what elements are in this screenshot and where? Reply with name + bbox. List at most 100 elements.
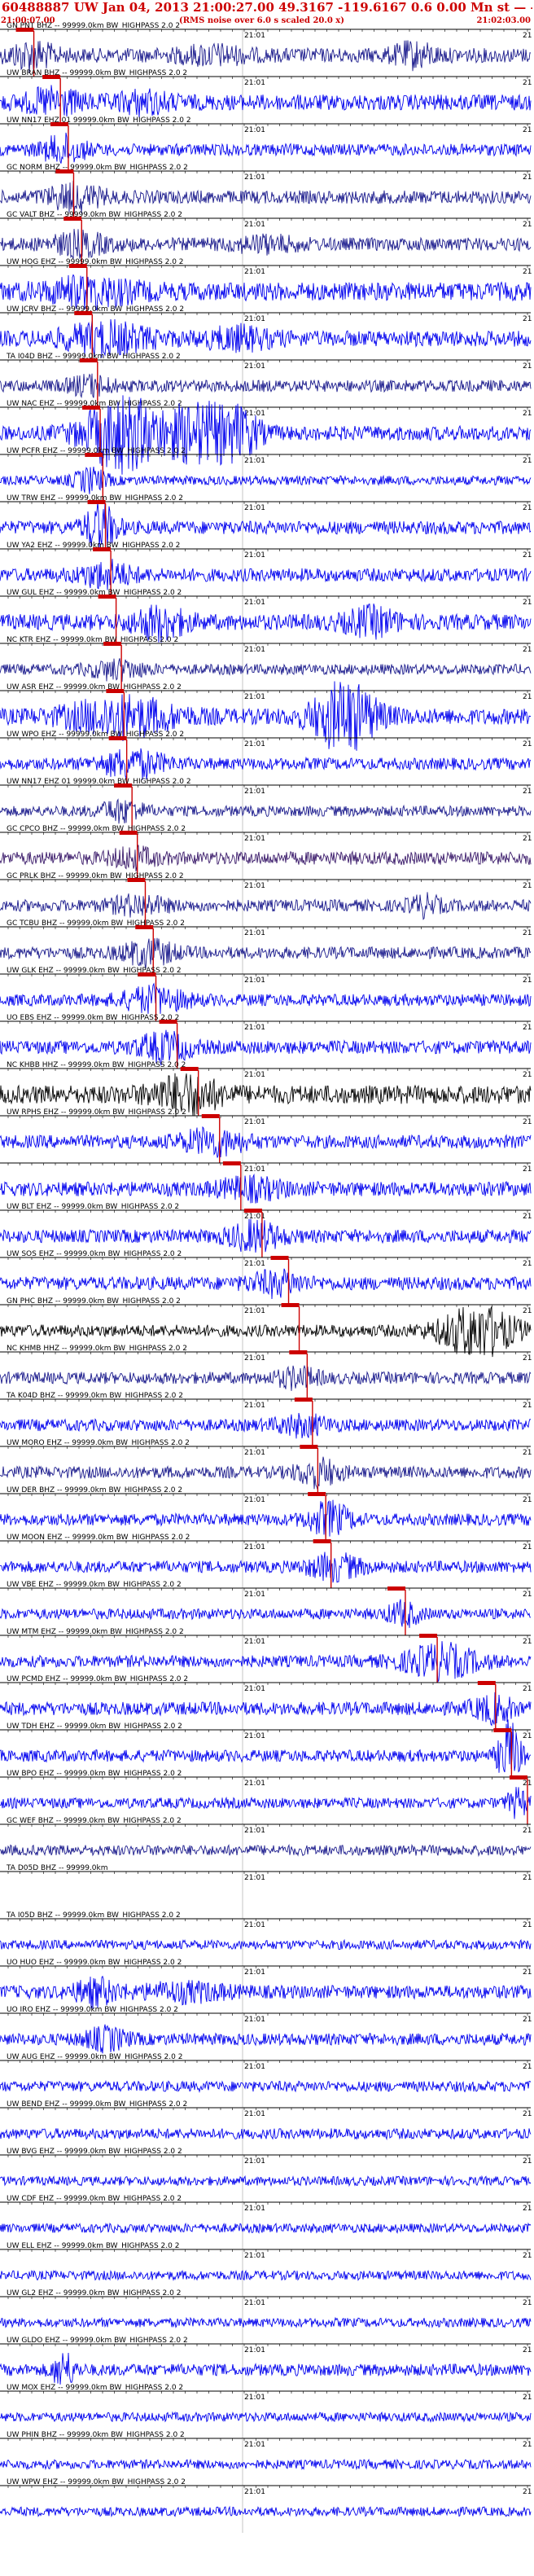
minute-label: 21:01 <box>244 976 265 985</box>
minute-label-edge: 21 <box>523 1591 532 1599</box>
trace-row: 21:01 21 TA K04D BHZ -- 99999.0km BW_HIGHP… <box>0 1392 532 1446</box>
minute-label: 21:01 <box>244 1543 265 1551</box>
pick-marker <box>93 547 112 551</box>
minute-label-edge: 21 <box>523 1354 532 1363</box>
station-label: UW NN17 EHZ 01 99999.0km BW_HIGHPASS 2.0… <box>7 778 191 786</box>
station-label: UW WPW EHZ -- 99999.0km BW_HIGHPASS 2.0 … <box>7 2478 186 2486</box>
trace-row: 21:01 21 UW CDF EHZ -- 99999.0km BW_HIGHPA… <box>0 2195 532 2249</box>
station-label: UW HOG EHZ -- 99999.0km BW_HIGHPASS 2.0 … <box>7 258 184 266</box>
minute-label-edge: 21 <box>523 410 532 418</box>
pick-marker <box>222 1161 241 1165</box>
waveform <box>0 373 532 399</box>
trace-row: 21:01 21 UO HUO EHZ -- 99999.0km BW_HIGHPA… <box>0 1959 532 2013</box>
trace-row: 21:01 21 UW DER BHZ -- 99999.0km BW_HIGHPA… <box>0 1486 532 1541</box>
minute-label: 21:01 <box>244 2110 265 2118</box>
station-label: UW GLDO EHZ -- 99999.0km BW_HIGHPASS 2.0… <box>7 2337 188 2345</box>
station-label: UW ASR EHZ -- 99999.0km BW_HIGHPASS 2.0 … <box>7 683 182 691</box>
trace-row: 21:01 21 UW JCRV BHZ -- 99999.0km BW_HIGHP… <box>0 305 532 360</box>
pick-marker <box>493 1728 512 1732</box>
minute-label: 21:01 <box>244 740 265 748</box>
trace-row: 21:01 21 NC KHMB HHZ -- 99999.0km BW_HIGHP… <box>0 1345 532 1399</box>
minute-label: 21:01 <box>244 835 265 843</box>
minute-label-edge: 21 <box>523 221 532 229</box>
minute-label-edge: 21 <box>523 2110 532 2118</box>
minute-label: 21:01 <box>244 1354 265 1363</box>
station-label: TA K04D BHZ -- 99999.0km BW_HIGHPASS 2.0… <box>6 1392 183 1400</box>
trace-row: 21:01 21UW NAC EHZ -- 99999.0km BW_HIGHPA… <box>0 395 532 475</box>
waveform <box>0 40 532 74</box>
minute-label: 21:01 <box>244 788 265 796</box>
minute-label: 21:01 <box>244 646 265 654</box>
minute-label-edge: 21 <box>523 1024 532 1032</box>
minute-label: 21:01 <box>244 1591 265 1599</box>
station-label: UO IRO EHZ -- 99999.0km BW_HIGHPASS 2.0 … <box>7 2006 178 2014</box>
minute-label: 21:01 <box>244 1732 265 1740</box>
waveform <box>0 982 532 1014</box>
waveform <box>0 2352 532 2385</box>
minute-label-edge: 21 <box>523 173 532 182</box>
trace-row: 21:01 21 UW WPW EHZ -- 99999.0km BW_HIGHPA… <box>0 2478 532 2533</box>
pick-marker <box>63 217 82 221</box>
waveform <box>0 658 532 682</box>
minute-label: 21:01 <box>244 1921 265 1929</box>
minute-label: 21:01 <box>244 79 265 87</box>
pick-marker <box>55 169 74 173</box>
waveform <box>0 2269 532 2281</box>
trace-row: 21:01 21UW PCFR EHZ -- 99999.0km BW_HIGHP… <box>0 447 532 502</box>
trace-row: 21:01 21UW YA2 EHZ -- 99999.0km BW_HIGHPA… <box>0 542 532 596</box>
station-label: NC KTR EHZ -- 99999.0km BW_HIGHPASS 2.0 … <box>7 636 178 644</box>
minute-label: 21:01 <box>244 1827 265 1835</box>
trace-row: 21:01 21 UW MOON EHZ -- 99999.0km BW_HIGHP… <box>0 1534 532 1588</box>
pick-marker <box>15 28 34 32</box>
station-label: UO EBS EHZ -- 99999.0km BW_HIGHPASS 2.0 … <box>7 1014 179 1022</box>
minute-label-edge: 21 <box>523 79 532 87</box>
minute-label: 21:01 <box>244 1874 265 1882</box>
minute-label: 21:01 <box>244 2016 265 2024</box>
trace-row: 21:01 21 UW VBE EHZ -- 99999.0km BW_HIGHPA… <box>0 1581 532 1635</box>
waveform <box>0 1364 532 1391</box>
minute-label-edge: 21 <box>523 1685 532 1693</box>
trace-row: 21:01 21 UW BEND EHZ -- 99999.0km BW_HIGHP… <box>0 2100 532 2155</box>
waveform <box>0 681 532 751</box>
minute-label-edge: 21 <box>523 740 532 748</box>
pick-marker <box>119 831 138 835</box>
pick-marker <box>79 358 98 362</box>
pick-marker <box>289 1350 308 1354</box>
minute-label-edge: 21 <box>523 1402 532 1410</box>
minute-label-edge: 21 <box>523 882 532 890</box>
minute-label-edge: 21 <box>523 788 532 796</box>
trace-row: 21:01 21 UW GL2 EHZ -- 99999.0km BW_HIGHPA… <box>0 2289 532 2344</box>
waveform <box>0 937 532 969</box>
station-label: TA D05D BHZ -- 99999.0km <box>6 1864 108 1872</box>
waveform <box>0 748 532 780</box>
minute-label: 21:01 <box>244 504 265 512</box>
waveform <box>0 2024 532 2054</box>
waveform <box>0 1692 532 1727</box>
trace-row: 21:01 21 GC CPCO BHZ -- 99999.0km BW_HIGHP… <box>0 825 532 880</box>
pick-marker <box>87 500 106 504</box>
trace-row: 21:01 21 GC NORM BHZ -- 99999.0km BW_HIGHP… <box>0 164 532 218</box>
pick-marker <box>82 406 101 410</box>
waveform <box>0 2222 532 2235</box>
minute-label-edge: 21 <box>523 2488 532 2496</box>
minute-label: 21:01 <box>244 693 265 701</box>
minute-label-edge: 21 <box>523 1449 532 1457</box>
trace-row: 21:01 21 UW PCMD EHZ -- 99999.0km BW_HIGHP… <box>0 1675 532 1730</box>
minute-label-edge: 21 <box>523 2441 532 2449</box>
trace-row: 21:01 21 UO EBS EHZ -- 99999.0km BW_HIGHPA… <box>0 1014 532 1069</box>
waveform <box>0 1551 532 1583</box>
minute-label-edge: 21 <box>523 126 532 134</box>
minute-label-edge: 21 <box>523 1307 532 1315</box>
minute-label-edge: 21 <box>523 1165 532 1174</box>
trace-row: 21:01 21 UW NN17 EHZ 01 99999.0km BW_HIGHP… <box>0 778 532 832</box>
minute-label: 21:01 <box>244 2205 265 2213</box>
waveform <box>0 132 532 164</box>
trace-row: 21:01 21 NC KTR EHZ -- 99999.0km BW_HIGHPA… <box>0 636 532 691</box>
pick-marker <box>74 311 93 315</box>
station-label: UW TDH EHZ -- 99999.0km BW_HIGHPASS 2.0 … <box>7 1722 182 1731</box>
minute-label-edge: 21 <box>523 1213 532 1221</box>
station-label: GC PRLK BHZ -- 99999.0km BW_HIGHPASS 2.0… <box>7 872 184 880</box>
station-label: UW GL2 EHZ -- 99999.0km BW_HIGHPASS 2.0 … <box>7 2289 181 2297</box>
trace-row: 21:0121UW BPO EHZ -- 99999.0km BW_HIGHPA… <box>0 1770 532 1824</box>
minute-label: 21:01 <box>244 2299 265 2307</box>
